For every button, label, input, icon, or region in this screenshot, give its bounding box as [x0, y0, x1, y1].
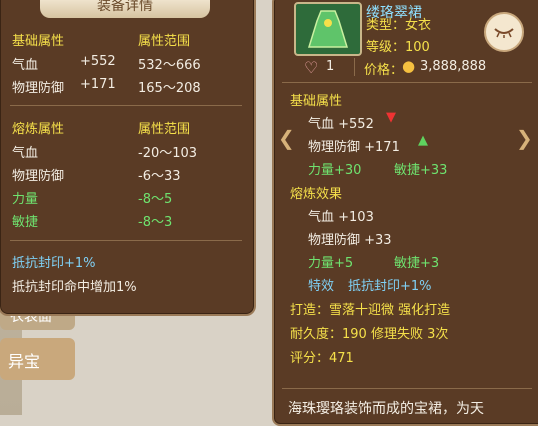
special-value: 抵抗封印+1% [348, 279, 432, 294]
refine-attr-range: -8～5 [138, 192, 173, 207]
item-level: 等级：100 [366, 40, 430, 55]
item-icon[interactable] [294, 2, 362, 56]
range-header: 属性范围 [138, 34, 191, 49]
attr-value: +171 [80, 77, 116, 92]
attr-range: 532～666 [138, 58, 201, 73]
item-info-panel: 缕珞翠裙 类型：女衣 等级：100 ♡ 1 价格： ● 3,888,888 ❮ … [272, 0, 538, 426]
refine-range-header: 属性范围 [138, 122, 191, 137]
special-label: 特效 [308, 279, 335, 294]
price-value: 3,888,888 [420, 59, 487, 74]
divider [10, 240, 242, 241]
divider [354, 58, 355, 76]
attr-range: 165～208 [138, 81, 201, 96]
prev-arrow-icon[interactable]: ❮ [278, 126, 295, 150]
attr-name: 物理防御 [12, 81, 65, 96]
agi-attr: 敏捷+33 [394, 163, 448, 178]
divider [282, 388, 532, 389]
base-attr-header: 基础属性 [12, 34, 65, 49]
refine-def: 物理防御 +33 [308, 233, 392, 248]
next-arrow-icon[interactable]: ❯ [516, 126, 533, 150]
eye-button[interactable] [484, 12, 524, 52]
base-attr-header: 基础属性 [290, 94, 343, 109]
coin-icon: ● [402, 57, 416, 75]
attr-name: 气血 [12, 58, 39, 73]
dress-icon [307, 10, 349, 48]
panel-title: 装备详情 [40, 0, 210, 18]
special-effect: 抵抗封印+1% [12, 256, 96, 271]
refine-attr-range: -20～103 [138, 146, 198, 161]
divider [10, 105, 242, 106]
down-arrow-icon: ▼ [386, 110, 396, 125]
special-effect-desc: 抵抗封印命中增加1% [12, 280, 137, 295]
refine-attr-name: 敏捷 [12, 215, 39, 230]
item-description: 海珠璎珞装饰而成的宝裙，为天 [288, 401, 484, 417]
def-attr: 物理防御 +171 [308, 140, 400, 155]
refine-effect-header: 熔炼效果 [290, 187, 343, 202]
heart-icon[interactable]: ♡ [304, 58, 318, 77]
refine-attr-name: 物理防御 [12, 169, 65, 184]
refine-attr-range: -8～3 [138, 215, 173, 230]
score-info: 评分：471 [290, 351, 354, 366]
durability-info: 耐久度：190 修理失败 3次 [290, 327, 449, 342]
refine-attr-header: 熔炼属性 [12, 122, 65, 137]
forge-info: 打造：雪落十迎微 强化打造 [290, 303, 451, 318]
refine-hp: 气血 +103 [308, 210, 374, 225]
refine-agi: 敏捷+3 [394, 256, 440, 271]
refine-attr-range: -6～33 [138, 169, 181, 184]
background-tab-2[interactable]: 异宝 [0, 338, 75, 380]
eye-closed-icon [494, 28, 514, 38]
str-attr: 力量+30 [308, 163, 362, 178]
up-arrow-icon: ▲ [418, 133, 428, 148]
refine-str: 力量+5 [308, 256, 354, 271]
item-type: 类型：女衣 [366, 18, 432, 33]
divider [282, 82, 532, 83]
attr-value: +552 [80, 54, 116, 69]
like-count: 1 [326, 59, 335, 74]
refine-attr-name: 力量 [12, 192, 39, 207]
refine-attr-name: 气血 [12, 146, 39, 161]
price-label: 价格： [364, 63, 404, 78]
hp-attr: 气血 +552 [308, 117, 374, 132]
equipment-detail-panel: 装备详情 基础属性 属性范围 气血 +552 532～666 物理防御 +171… [0, 0, 256, 316]
